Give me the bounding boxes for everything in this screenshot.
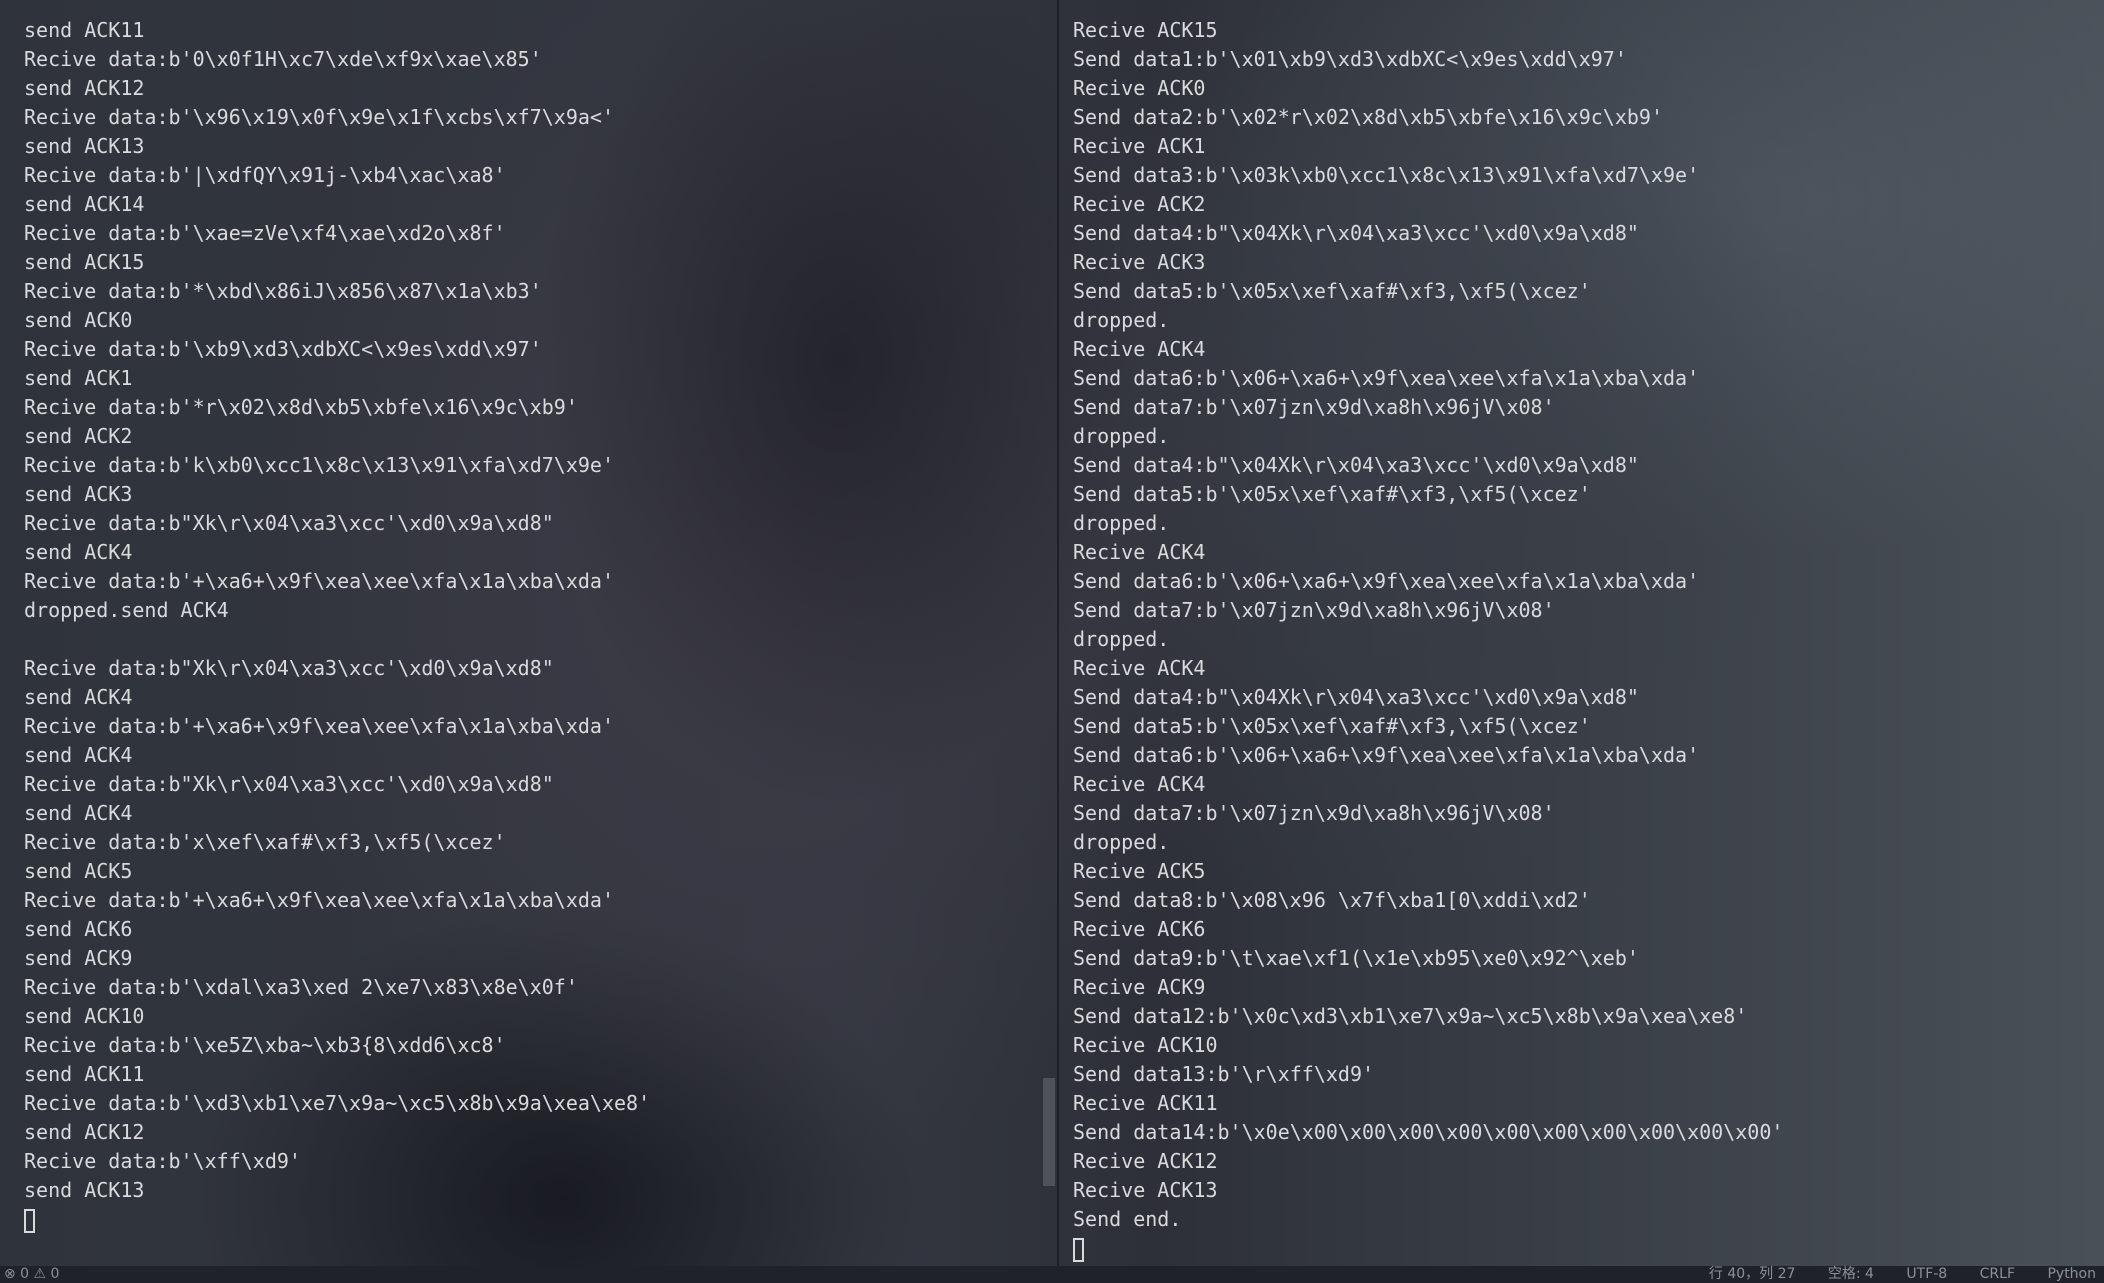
terminal-line: Recive data:b'\xe5Z\xba~\xb3{8\xdd6\xc8' bbox=[24, 1033, 506, 1057]
terminal-line: Recive ACK4 bbox=[1073, 772, 1206, 796]
language-mode[interactable]: Python bbox=[2047, 1266, 2096, 1282]
terminal-line: Send data14:b'\x0e\x00\x00\x00\x00\x00\x… bbox=[1073, 1120, 1784, 1144]
terminal-line: Recive data:b'k\xb0\xcc1\x8c\x13\x91\xfa… bbox=[24, 453, 615, 477]
terminal-line: Send data6:b'\x06+\xa6+\x9f\xea\xee\xfa\… bbox=[1073, 743, 1700, 767]
terminal-line: Recive ACK12 bbox=[1073, 1149, 1218, 1173]
text-cursor bbox=[24, 1208, 35, 1233]
status-right-items: 行 40，列 27 空格: 4 UTF-8 CRLF Python bbox=[1681, 1266, 2096, 1283]
terminal-line: Send data6:b'\x06+\xa6+\x9f\xea\xee\xfa\… bbox=[1073, 569, 1700, 593]
prompt-line[interactable] bbox=[24, 1205, 1054, 1234]
terminal-line: send ACK4 bbox=[24, 801, 133, 825]
terminal-line: Send data8:b'\x08\x96 \x7f\xba1[0\xddi\x… bbox=[1073, 888, 1591, 912]
terminal-line: Recive ACK11 bbox=[1073, 1091, 1218, 1115]
terminal-line: Recive ACK1 bbox=[1073, 134, 1206, 158]
terminal-line: Recive ACK4 bbox=[1073, 656, 1206, 680]
encoding[interactable]: UTF-8 bbox=[1906, 1266, 1947, 1282]
terminal-line: send ACK6 bbox=[24, 917, 133, 941]
terminal-line: Recive ACK3 bbox=[1073, 250, 1206, 274]
cursor-position[interactable]: 行 40，列 27 bbox=[1709, 1266, 1796, 1282]
terminal-line: send ACK0 bbox=[24, 308, 133, 332]
terminal-line: Send data12:b'\x0c\xd3\xb1\xe7\x9a~\xc5\… bbox=[1073, 1004, 1748, 1028]
terminal-line: Send data7:b'\x07jzn\x9d\xa8h\x96jV\x08' bbox=[1073, 801, 1555, 825]
terminal-line: Recive data:b'*\xbd\x86iJ\x856\x87\x1a\x… bbox=[24, 279, 542, 303]
terminal-line: Send data6:b'\x06+\xa6+\x9f\xea\xee\xfa\… bbox=[1073, 366, 1700, 390]
terminal-line: send ACK4 bbox=[24, 743, 133, 767]
terminal-line: dropped. bbox=[1073, 511, 1170, 535]
terminal-line: dropped.send ACK4 bbox=[24, 598, 229, 622]
terminal-line: Recive data:b"Xk\r\x04\xa3\xcc'\xd0\x9a\… bbox=[24, 656, 554, 680]
terminal-line: Send data13:b'\r\xff\xd9' bbox=[1073, 1062, 1375, 1086]
terminal-line: send ACK4 bbox=[24, 540, 133, 564]
terminal-line: Send data7:b'\x07jzn\x9d\xa8h\x96jV\x08' bbox=[1073, 395, 1555, 419]
terminal-line: Recive ACK4 bbox=[1073, 337, 1206, 361]
terminal-line: dropped. bbox=[1073, 308, 1170, 332]
terminal-line: Recive data:b'*r\x02\x8d\xb5\xbfe\x16\x9… bbox=[24, 395, 578, 419]
terminal-line: Recive data:b'\xdal\xa3\xed 2\xe7\x83\x8… bbox=[24, 975, 578, 999]
pane-divider[interactable] bbox=[1057, 0, 1059, 1266]
terminal-line: send ACK13 bbox=[24, 1178, 145, 1202]
terminal-line: Send data4:b"\x04Xk\r\x04\xa3\xcc'\xd0\x… bbox=[1073, 453, 1639, 477]
terminal-line: Send data4:b"\x04Xk\r\x04\xa3\xcc'\xd0\x… bbox=[1073, 685, 1639, 709]
terminal-line: Send data5:b'\x05x\xef\xaf#\xf3,\xf5(\xc… bbox=[1073, 714, 1591, 738]
terminal-line: send ACK12 bbox=[24, 76, 145, 100]
terminal-line: Recive data:b"Xk\r\x04\xa3\xcc'\xd0\x9a\… bbox=[24, 511, 554, 535]
line-ending[interactable]: CRLF bbox=[1980, 1266, 2015, 1282]
terminal-line: send ACK11 bbox=[24, 18, 145, 42]
terminal-line: send ACK3 bbox=[24, 482, 133, 506]
terminal-line: Recive ACK15 bbox=[1073, 18, 1218, 42]
terminal-line: dropped. bbox=[1073, 627, 1170, 651]
terminal-line: dropped. bbox=[1073, 424, 1170, 448]
terminal-line: Send data7:b'\x07jzn\x9d\xa8h\x96jV\x08' bbox=[1073, 598, 1555, 622]
terminal-line: Send data1:b'\x01\xb9\xd3\xdbXC<\x9es\xd… bbox=[1073, 47, 1627, 71]
terminal-line: Recive ACK10 bbox=[1073, 1033, 1218, 1057]
terminal-line: dropped. bbox=[1073, 830, 1170, 854]
terminal-line: send ACK9 bbox=[24, 946, 133, 970]
prompt-line[interactable] bbox=[1073, 1234, 2083, 1263]
terminal-line: send ACK11 bbox=[24, 1062, 145, 1086]
terminal-line: Recive ACK0 bbox=[1073, 76, 1206, 100]
terminal-right[interactable]: Recive ACK15 Send data1:b'\x01\xb9\xd3\xd… bbox=[1073, 16, 2083, 1263]
terminal-line: Send data2:b'\x02*r\x02\x8d\xb5\xbfe\x16… bbox=[1073, 105, 1664, 129]
terminal-line: Recive data:b'\x96\x19\x0f\x9e\x1f\xcbs\… bbox=[24, 105, 615, 129]
terminal-line: Recive data:b'x\xef\xaf#\xf3,\xf5(\xcez' bbox=[24, 830, 506, 854]
terminal-line: Recive data:b'+\xa6+\x9f\xea\xee\xfa\x1a… bbox=[24, 569, 615, 593]
terminal-line: Send data4:b"\x04Xk\r\x04\xa3\xcc'\xd0\x… bbox=[1073, 221, 1639, 245]
terminal-line: Recive data:b"Xk\r\x04\xa3\xcc'\xd0\x9a\… bbox=[24, 772, 554, 796]
terminal-line: send ACK5 bbox=[24, 859, 133, 883]
status-bar: ⊗ 0 ⚠ 0 行 40，列 27 空格: 4 UTF-8 CRLF Pytho… bbox=[0, 1266, 2104, 1283]
terminal-line: Recive ACK2 bbox=[1073, 192, 1206, 216]
problems-indicator[interactable]: ⊗ 0 ⚠ 0 bbox=[4, 1266, 59, 1283]
terminal-line: send ACK2 bbox=[24, 424, 133, 448]
terminal-line: Recive data:b'\xb9\xd3\xdbXC<\x9es\xdd\x… bbox=[24, 337, 542, 361]
terminal-line: Send end. bbox=[1073, 1207, 1182, 1231]
terminal-line: send ACK10 bbox=[24, 1004, 145, 1028]
terminal-line: Recive data:b'+\xa6+\x9f\xea\xee\xfa\x1a… bbox=[24, 714, 615, 738]
terminal-line: send ACK4 bbox=[24, 685, 133, 709]
terminal-line: send ACK12 bbox=[24, 1120, 145, 1144]
terminal-line: send ACK1 bbox=[24, 366, 133, 390]
terminal-line: Send data5:b'\x05x\xef\xaf#\xf3,\xf5(\xc… bbox=[1073, 279, 1591, 303]
terminal-line: Recive ACK5 bbox=[1073, 859, 1206, 883]
terminal-line: Recive data:b'|\xdfQY\x91j-\xb4\xac\xa8' bbox=[24, 163, 506, 187]
terminal-line: send ACK15 bbox=[24, 250, 145, 274]
terminal-line: Recive data:b'\xae=zVe\xf4\xae\xd2o\x8f' bbox=[24, 221, 506, 245]
scrollbar-thumb[interactable] bbox=[1043, 1078, 1055, 1186]
terminal-line: Recive data:b'\xff\xd9' bbox=[24, 1149, 301, 1173]
terminal-line: Recive ACK9 bbox=[1073, 975, 1206, 999]
terminal-line: Send data3:b'\x03k\xb0\xcc1\x8c\x13\x91\… bbox=[1073, 163, 1700, 187]
terminal-left[interactable]: send ACK11 Recive data:b'0\x0f1H\xc7\xde\… bbox=[24, 16, 1054, 1234]
text-cursor bbox=[1073, 1237, 1084, 1262]
terminal-line: Recive ACK13 bbox=[1073, 1178, 1218, 1202]
terminal-line: Recive data:b'+\xa6+\x9f\xea\xee\xfa\x1a… bbox=[24, 888, 615, 912]
terminal-line: Recive data:b'0\x0f1H\xc7\xde\xf9x\xae\x… bbox=[24, 47, 542, 71]
terminal-line: send ACK13 bbox=[24, 134, 145, 158]
terminal-line: Recive data:b'\xd3\xb1\xe7\x9a~\xc5\x8b\… bbox=[24, 1091, 651, 1115]
terminal-line: Send data5:b'\x05x\xef\xaf#\xf3,\xf5(\xc… bbox=[1073, 482, 1591, 506]
terminal-line: send ACK14 bbox=[24, 192, 145, 216]
terminal-line: Recive ACK6 bbox=[1073, 917, 1206, 941]
terminal-line: Send data9:b'\t\xae\xf1(\x1e\xb95\xe0\x9… bbox=[1073, 946, 1639, 970]
terminal-line: Recive ACK4 bbox=[1073, 540, 1206, 564]
indentation[interactable]: 空格: 4 bbox=[1828, 1266, 1874, 1282]
